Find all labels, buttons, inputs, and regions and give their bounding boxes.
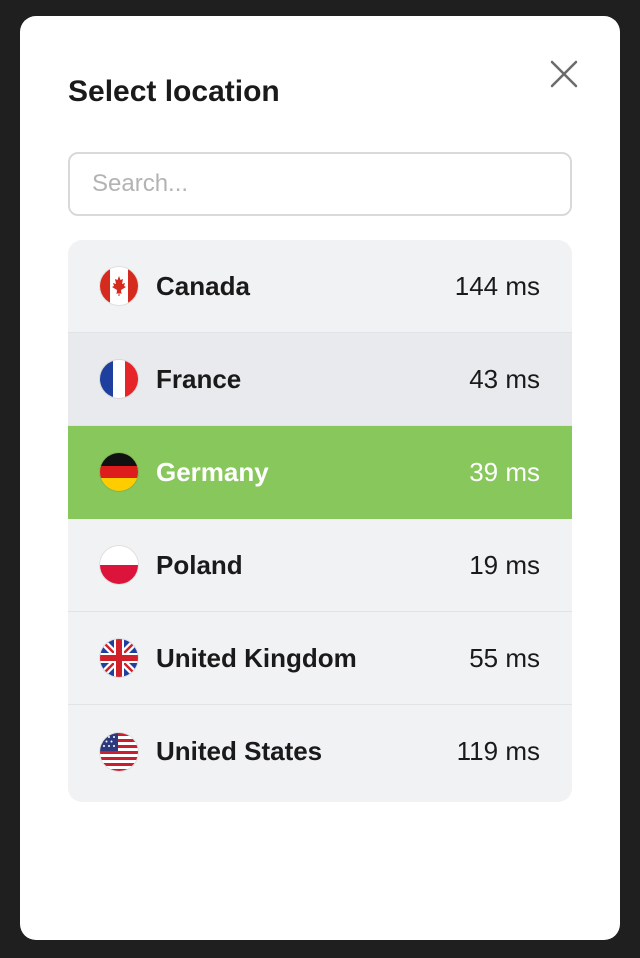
canada-flag-icon <box>100 267 138 305</box>
latency-value: 55 ms <box>469 642 540 673</box>
location-item-united-kingdom[interactable]: United Kingdom 55 ms <box>68 612 572 705</box>
country-name: Germany <box>156 456 269 487</box>
country-name: France <box>156 363 242 394</box>
search-input[interactable] <box>68 152 572 216</box>
close-button[interactable] <box>544 54 584 94</box>
modal-title: Select location <box>68 75 280 108</box>
latency-value: 144 ms <box>454 270 540 301</box>
latency-value: 19 ms <box>469 549 540 580</box>
location-item-poland[interactable]: Poland 19 ms <box>68 519 572 612</box>
location-list: Canada 144 ms France 43 ms Germany 39 ms… <box>68 240 572 802</box>
location-item-germany[interactable]: Germany 39 ms <box>68 426 572 519</box>
country-name: Canada <box>156 270 250 301</box>
country-name: United Kingdom <box>156 642 357 673</box>
location-item-united-states[interactable]: United States 119 ms <box>68 705 572 798</box>
germany-flag-icon <box>100 453 138 491</box>
latency-value: 43 ms <box>469 363 540 394</box>
location-modal: Select location Canada 144 ms <box>20 16 620 940</box>
uk-flag-icon <box>100 639 138 677</box>
us-flag-icon <box>100 732 138 771</box>
france-flag-icon <box>100 360 138 398</box>
location-item-canada[interactable]: Canada 144 ms <box>68 240 572 333</box>
poland-flag-icon <box>100 546 138 584</box>
close-icon <box>550 60 578 88</box>
latency-value: 39 ms <box>469 456 540 487</box>
location-item-france[interactable]: France 43 ms <box>68 333 572 426</box>
country-name: United States <box>156 736 323 766</box>
country-name: Poland <box>156 549 243 580</box>
latency-value: 119 ms <box>456 736 540 766</box>
